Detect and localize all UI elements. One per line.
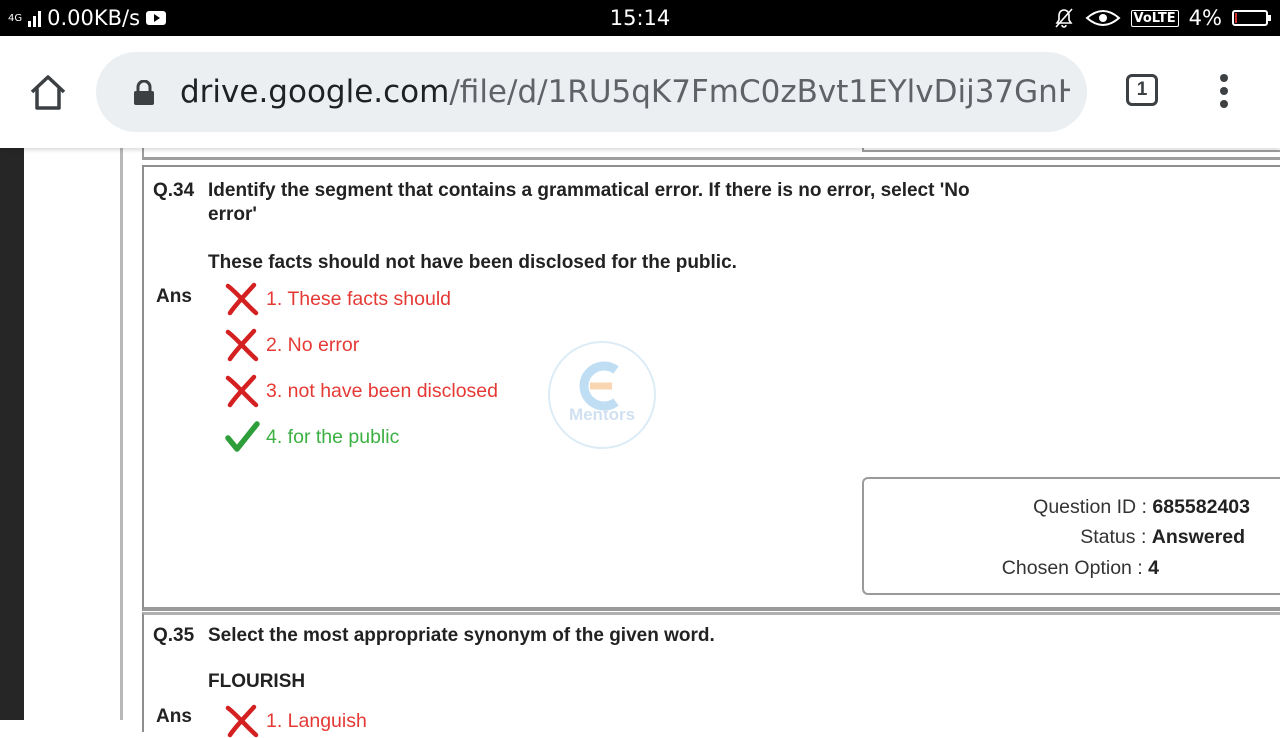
question-id-value: 685582403: [1152, 496, 1250, 518]
chosen-option-row: Chosen Option : 4: [1002, 557, 1159, 580]
answer-label: Ans: [156, 706, 192, 727]
bell-muted-icon: [1054, 8, 1073, 28]
status-right: VoLTE 4%: [1053, 0, 1271, 36]
option-1: 1. These facts should: [224, 282, 451, 316]
volte-badge: VoLTE: [1130, 9, 1179, 27]
option-1: 1. Languish: [224, 704, 367, 738]
option-text: 4. for the public: [266, 425, 400, 448]
address-bar[interactable]: drive.google.com/file/d/1RU5qK7FmC0zBvt1…: [96, 52, 1087, 132]
question-word: FLOURISH: [208, 671, 306, 692]
status-row: Status : Answered: [1080, 526, 1245, 549]
lock-icon[interactable]: [132, 80, 156, 106]
battery-icon: [1232, 10, 1271, 26]
chosen-option-label: Chosen Option :: [1001, 557, 1143, 579]
browser-toolbar: drive.google.com/file/d/1RU5qK7FmC0zBvt1…: [0, 36, 1280, 148]
question-number: Q.35: [153, 625, 195, 646]
question-prompt-line1: Identify the segment that contains a gra…: [208, 180, 970, 201]
url-domain: drive.google.com: [180, 74, 450, 110]
option-2: 2. No error: [224, 328, 359, 362]
option-text: 3. not have been disclosed: [266, 379, 499, 402]
answer-label: Ans: [156, 286, 192, 307]
status-bar: 4G 0.00KB/s 15:14 VoLTE 4%: [0, 0, 1280, 36]
battery-percent: 4%: [1188, 6, 1222, 30]
question-id-label: Question ID :: [1033, 496, 1147, 518]
previous-info-box-bottom: [862, 148, 1280, 152]
viewer-left-edge: [0, 148, 24, 720]
url-text[interactable]: drive.google.com/file/d/1RU5qK7FmC0zBvt1…: [180, 52, 1070, 132]
option-4: 4. for the public: [224, 420, 399, 454]
eye-comfort-icon: [1084, 10, 1121, 26]
page-border: [120, 148, 123, 720]
tab-switcher-button[interactable]: 1: [1126, 74, 1158, 106]
question-prompt: Identify the segment that contains a gra…: [208, 179, 970, 227]
question-prompt: Select the most appropriate synonym of t…: [208, 625, 715, 646]
option-text: 1. Languish: [266, 709, 367, 732]
option-3: 3. not have been disclosed: [224, 374, 498, 408]
wrong-cross-icon: [225, 328, 259, 362]
chosen-option-value: 4: [1148, 557, 1159, 579]
question-prompt-line2: error': [208, 204, 257, 225]
watermark-text: Mentors: [569, 405, 635, 424]
status-label: Status :: [1080, 526, 1147, 548]
question-info-box: Question ID : 685582403 Status : Answere…: [862, 477, 1280, 595]
option-text: 1. These facts should: [266, 287, 452, 310]
correct-check-icon: [225, 421, 260, 452]
url-path: /file/d/1RU5qK7FmC0zBvt1EYlvDij37GnHFuF: [449, 74, 1070, 110]
option-text: 2. No error: [266, 333, 360, 356]
status-value: Answered: [1151, 526, 1245, 548]
wrong-cross-icon: [225, 282, 259, 316]
question-number: Q.34: [153, 180, 195, 201]
wrong-cross-icon: [225, 374, 259, 408]
mentors-watermark-logo: Mentors: [548, 341, 656, 449]
overflow-menu-icon[interactable]: [1212, 74, 1236, 112]
question-sentence: These facts should not have been disclos…: [208, 252, 737, 273]
wrong-cross-icon: [225, 704, 259, 738]
home-icon[interactable]: [26, 70, 70, 114]
question-id-row: Question ID : 685582403: [1033, 496, 1250, 519]
